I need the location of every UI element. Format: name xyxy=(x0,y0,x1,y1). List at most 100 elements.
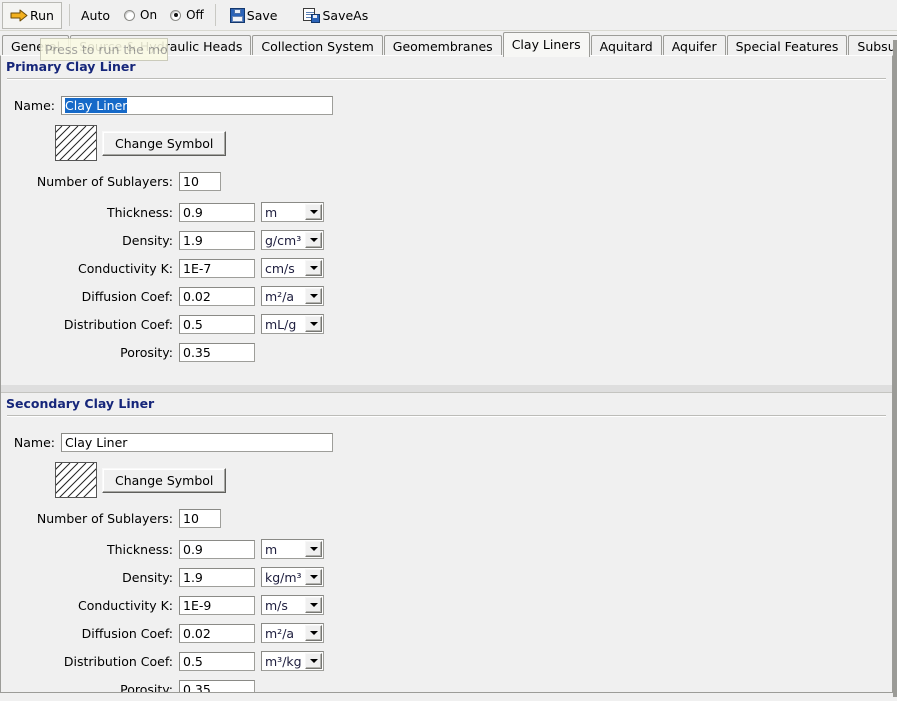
unit-dropdown[interactable]: m/s xyxy=(261,595,324,615)
liner-section: Secondary Clay Liner Name: Clay Liner Chang… xyxy=(1,385,892,692)
unit-dropdown[interactable]: m²/a xyxy=(261,286,324,306)
main-toolbar: Run Auto On Off Save SaveAs xyxy=(0,0,897,31)
parameter-row: Density: 1.9 kg/m³ xyxy=(1,566,892,588)
tab-collection-system[interactable]: Collection System xyxy=(252,35,383,56)
parameter-row: Distribution Coef: 0.5 mL/g xyxy=(1,313,892,335)
save-as-icon xyxy=(303,7,321,23)
tab-clay-liners[interactable]: Clay Liners xyxy=(502,32,590,57)
change-symbol-button[interactable]: Change Symbol xyxy=(102,467,227,493)
name-row: Name: Clay Liner xyxy=(1,431,892,453)
tab-special-features[interactable]: Special Features xyxy=(726,35,848,56)
parameter-label: Porosity: xyxy=(120,344,173,360)
auto-label: Auto xyxy=(80,7,110,23)
tab-aquifer[interactable]: Aquifer xyxy=(662,35,726,56)
panel-right-border xyxy=(893,40,897,701)
parameter-input[interactable]: 0.02 xyxy=(179,623,255,643)
unit-dropdown[interactable]: m xyxy=(261,539,324,559)
unit-value: m/s xyxy=(265,597,288,613)
save-button[interactable]: Save xyxy=(222,1,285,29)
change-symbol-button[interactable]: Change Symbol xyxy=(102,130,227,156)
section-title: Secondary Clay Liner xyxy=(6,396,155,411)
parameter-label: Thickness: xyxy=(107,541,173,557)
parameter-input[interactable]: 1.9 xyxy=(179,230,255,250)
parameter-value: 0.02 xyxy=(183,288,211,304)
unit-value: kg/m³ xyxy=(265,569,302,585)
unit-dropdown[interactable]: mL/g xyxy=(261,314,324,334)
name-input-value: Clay Liner xyxy=(65,97,128,113)
auto-off-radio[interactable]: Off xyxy=(170,8,204,22)
save-as-button[interactable]: SaveAs xyxy=(296,1,376,29)
parameter-input[interactable]: 0.9 xyxy=(179,202,255,222)
parameter-value: 1E-7 xyxy=(183,260,212,276)
save-as-button-label: SaveAs xyxy=(322,7,369,23)
section-band xyxy=(1,385,892,393)
parameter-label: Diffusion Coef: xyxy=(81,625,173,641)
name-label: Name: xyxy=(13,434,55,450)
tab-subsurface-model[interactable]: Subsurface Model xyxy=(848,35,897,56)
run-tooltip: Press to run the model xyxy=(40,38,168,61)
name-label: Name: xyxy=(13,97,55,113)
unit-dropdown[interactable]: kg/m³ xyxy=(261,567,324,587)
chevron-down-icon[interactable] xyxy=(305,597,322,613)
sublayers-input[interactable]: 10 xyxy=(179,508,221,528)
parameter-input[interactable]: 0.5 xyxy=(179,651,255,671)
run-button-label: Run xyxy=(30,7,54,23)
parameter-value: 0.9 xyxy=(183,541,203,557)
parameter-value: 1E-9 xyxy=(183,597,212,613)
unit-dropdown[interactable]: m³/kg xyxy=(261,651,324,671)
name-input[interactable]: Clay Liner xyxy=(61,432,333,452)
unit-dropdown[interactable]: m xyxy=(261,202,324,222)
parameter-input[interactable]: 0.35 xyxy=(179,679,255,692)
parameter-input[interactable]: 0.02 xyxy=(179,286,255,306)
chevron-down-icon[interactable] xyxy=(305,625,322,641)
chevron-down-icon[interactable] xyxy=(305,541,322,557)
chevron-down-icon[interactable] xyxy=(305,204,322,220)
name-input[interactable]: Clay Liner xyxy=(61,95,333,115)
toolbar-separator-2 xyxy=(214,4,216,26)
parameter-row: Density: 1.9 g/cm³ xyxy=(1,229,892,251)
unit-value: mL/g xyxy=(265,316,297,332)
run-button[interactable]: Run xyxy=(2,1,62,29)
parameter-label: Density: xyxy=(122,569,173,585)
hatch-pattern-swatch xyxy=(55,462,97,498)
tab-geomembranes[interactable]: Geomembranes xyxy=(383,35,502,56)
liner-section: Primary Clay Liner Name: Clay Liner Change … xyxy=(1,56,892,363)
auto-on-radio[interactable]: On xyxy=(124,8,157,22)
parameter-row: Diffusion Coef: 0.02 m²/a xyxy=(1,622,892,644)
tab-aquitard[interactable]: Aquitard xyxy=(590,35,662,56)
parameter-value: 1.9 xyxy=(183,569,203,585)
parameter-input[interactable]: 1.9 xyxy=(179,567,255,587)
parameter-label: Distribution Coef: xyxy=(63,316,173,332)
parameter-row: Porosity: 0.35 xyxy=(1,341,892,363)
sublayers-input[interactable]: 10 xyxy=(179,171,221,191)
chevron-down-icon[interactable] xyxy=(305,569,322,585)
chevron-down-icon[interactable] xyxy=(305,288,322,304)
hatch-pattern-swatch xyxy=(55,125,97,161)
chevron-down-icon[interactable] xyxy=(305,653,322,669)
parameter-label: Density: xyxy=(122,232,173,248)
parameter-input[interactable]: 0.9 xyxy=(179,539,255,559)
chevron-down-icon[interactable] xyxy=(305,316,322,332)
parameter-input[interactable]: 1E-7 xyxy=(179,258,255,278)
panel-bottom-edge xyxy=(0,697,897,701)
name-input-value: Clay Liner xyxy=(65,434,128,450)
chevron-down-icon[interactable] xyxy=(305,232,322,248)
unit-dropdown[interactable]: m²/a xyxy=(261,623,324,643)
parameter-label: Diffusion Coef: xyxy=(81,288,173,304)
parameter-label: Distribution Coef: xyxy=(63,653,173,669)
parameter-input[interactable]: 0.5 xyxy=(179,314,255,334)
radio-icon xyxy=(124,9,135,21)
parameter-input[interactable]: 1E-9 xyxy=(179,595,255,615)
parameter-value: 1.9 xyxy=(183,232,203,248)
unit-dropdown[interactable]: cm/s xyxy=(261,258,324,278)
toolbar-separator xyxy=(68,4,70,26)
parameter-input[interactable]: 0.35 xyxy=(179,342,255,362)
change-symbol-label: Change Symbol xyxy=(115,135,214,151)
symbol-row: Change Symbol xyxy=(1,124,892,162)
sublayers-row: Number of Sublayers: 10 xyxy=(1,507,892,529)
chevron-down-icon[interactable] xyxy=(305,260,322,276)
unit-dropdown[interactable]: g/cm³ xyxy=(261,230,324,250)
arrow-right-icon xyxy=(10,9,28,21)
parameter-row: Conductivity K: 1E-9 m/s xyxy=(1,594,892,616)
sublayers-label: Number of Sublayers: xyxy=(36,510,173,526)
